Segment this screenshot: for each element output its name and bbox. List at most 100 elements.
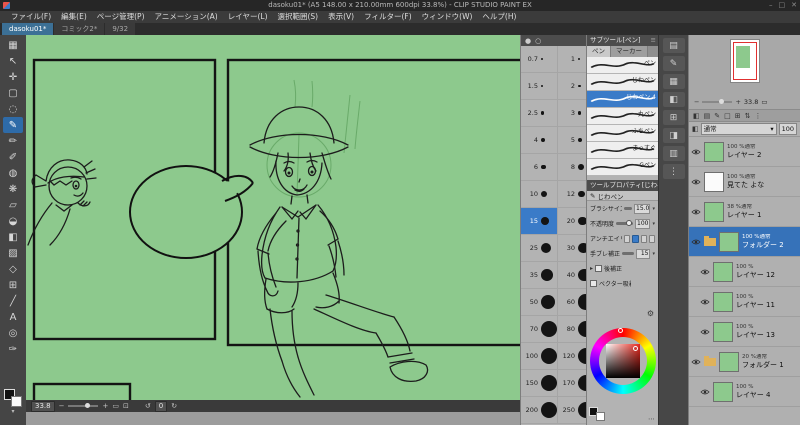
tool-decoration[interactable]: ❋ (3, 181, 23, 197)
subtool-palette-header[interactable]: サブツール[ペン] ≡ (587, 35, 658, 46)
layer-toolbar-icon-4[interactable]: ⊞ (735, 112, 741, 120)
brush-size-cell-12[interactable]: 15 (521, 208, 558, 235)
tool-pencil[interactable]: ✏ (3, 133, 23, 149)
tool-figure[interactable]: ◇ (3, 261, 23, 277)
layer-thumbnail[interactable] (704, 141, 724, 162)
sv-picker-dot[interactable] (633, 346, 638, 351)
tool-auto-select[interactable]: ◌ (3, 101, 23, 117)
layer-visibility-eye-icon[interactable] (691, 208, 701, 216)
nav-zoom-in-button[interactable]: + (735, 97, 740, 107)
vector-snap-property[interactable]: ベクター吸着 (587, 276, 658, 291)
subtool-item-0[interactable]: ペン (587, 57, 658, 74)
layer-row-1[interactable]: 100 %通常 見てた よな (689, 167, 800, 197)
nav-zoom-slider[interactable] (702, 99, 733, 104)
layer-toolbar-icon-3[interactable]: □ (724, 112, 731, 120)
background-color-chip[interactable] (596, 412, 605, 421)
layer-thumbnail[interactable] (719, 351, 739, 372)
fit-to-screen-icon[interactable]: ▭ (112, 401, 119, 411)
layer-toolbar-icon-5[interactable]: ⇅ (745, 112, 751, 120)
tool-move[interactable]: ✛ (3, 69, 23, 85)
subtool-item-3[interactable]: 丸ペン (587, 108, 658, 125)
tool-brush[interactable]: ✐ (3, 149, 23, 165)
brush-size-cell-4[interactable]: 2.5 (521, 100, 558, 127)
brush-size-cell-6[interactable]: 4 (521, 127, 558, 154)
tool-property-settings-icon[interactable]: ⚙ (647, 309, 654, 318)
layer-thumbnail[interactable] (719, 231, 739, 252)
layer-thumbnail[interactable] (713, 321, 733, 342)
saturation-value-square[interactable] (606, 344, 640, 378)
chevron-down-icon[interactable]: ▾ (652, 206, 655, 212)
brush-size-cell-20[interactable]: 70 (521, 316, 558, 343)
layer-visibility-eye-icon[interactable] (700, 298, 710, 306)
zoom-slider[interactable] (68, 403, 99, 408)
subtool-item-4[interactable]: ふちペン (587, 125, 658, 142)
close-button[interactable]: ✕ (791, 0, 797, 11)
zoom-in-button[interactable]: + (102, 401, 108, 411)
nav-fit-icon[interactable]: ▭ (761, 98, 767, 106)
antialias-mid-button[interactable] (640, 234, 647, 243)
maximize-button[interactable]: □ (779, 0, 786, 11)
layer-toolbar-icon-6[interactable]: ⋮ (755, 112, 762, 120)
layer-row-3[interactable]: 100 %通常 フォルダー 2 (689, 227, 800, 257)
layer-toolbar-icon-0[interactable]: ◧ (693, 112, 700, 120)
tool-airbrush[interactable]: ◍ (3, 165, 23, 181)
tool-ruler[interactable]: ╱ (3, 293, 23, 309)
subtool-item-5[interactable]: まっすぐ (587, 142, 658, 159)
menu-item-8[interactable]: ウィンドウ(W) (417, 11, 478, 23)
rotate-right-button[interactable]: ↻ (171, 401, 177, 411)
layer-toolbar-icon-2[interactable]: ✎ (714, 112, 720, 120)
expand-icon[interactable]: ▸ (590, 265, 593, 272)
brush-size-cell-10[interactable]: 10 (521, 181, 558, 208)
layer-thumbnail[interactable] (704, 171, 724, 192)
dock-icon-6[interactable]: ▥ (662, 146, 685, 161)
layer-thumbnail[interactable] (713, 261, 733, 282)
tool-eraser[interactable]: ▱ (3, 197, 23, 213)
navigator-thumbnail[interactable] (730, 39, 760, 83)
menu-item-0[interactable]: ファイル(F) (6, 11, 56, 23)
subtool-group-tab-1[interactable]: マーカー (611, 46, 648, 57)
menu-item-4[interactable]: レイヤー(L) (223, 11, 273, 23)
layer-visibility-eye-icon[interactable] (691, 358, 701, 366)
dock-icon-0[interactable]: ▤ (662, 38, 685, 53)
subtool-item-2[interactable]: じわペン 4 (587, 91, 658, 108)
stabilization-property[interactable]: 手ブレ補正 15 ▾ (587, 246, 658, 261)
post-correction-checkbox[interactable] (595, 265, 603, 272)
layer-row-4[interactable]: 100 % レイヤー 12 (689, 257, 800, 287)
nav-zoom-out-button[interactable]: − (694, 97, 699, 107)
brush-size-slider[interactable] (624, 207, 632, 210)
dock-icon-3[interactable]: ◧ (662, 92, 685, 107)
subtool-group-tab-0[interactable]: ペン (587, 46, 611, 57)
brush-size-cell-2[interactable]: 1.5 (521, 73, 558, 100)
post-correction-property[interactable]: ▸ 後補正 (587, 261, 658, 276)
antialias-weak-button[interactable] (632, 234, 639, 243)
tool-selection[interactable]: ▢ (3, 85, 23, 101)
layer-visibility-eye-icon[interactable] (691, 148, 701, 156)
layer-visibility-eye-icon[interactable] (700, 388, 710, 396)
vector-snap-checkbox[interactable] (590, 280, 597, 287)
subtool-item-6[interactable]: Gペン (587, 159, 658, 176)
layer-thumbnail[interactable] (713, 291, 733, 312)
tool-operation[interactable]: ↖ (3, 53, 23, 69)
layer-visibility-eye-icon[interactable] (691, 178, 701, 186)
tool-frame[interactable]: ⊞ (3, 277, 23, 293)
dock-icon-1[interactable]: ✎ (662, 56, 685, 71)
zoom-out-button[interactable]: − (59, 401, 65, 411)
layer-row-7[interactable]: 20 %通常 フォルダー 1 (689, 347, 800, 377)
document-tab-1[interactable]: コミック2* (54, 23, 105, 35)
antialias-strong-button[interactable] (648, 234, 655, 243)
antialias-property[interactable]: アンチエイリアス (587, 231, 658, 246)
blend-mode-dropdown[interactable]: 通常 ▾ (700, 123, 777, 135)
document-tab-2[interactable]: 9/32 (105, 23, 136, 35)
menu-item-2[interactable]: ページ管理(P) (92, 11, 150, 23)
tool-blend[interactable]: ◒ (3, 213, 23, 229)
brush-size-cell-8[interactable]: 6 (521, 154, 558, 181)
brush-size-cell-18[interactable]: 50 (521, 289, 558, 316)
actual-size-icon[interactable]: ⊡ (123, 401, 129, 411)
brush-size-cell-0[interactable]: 0.7 (521, 46, 558, 73)
opacity-slider[interactable] (616, 220, 634, 226)
layer-row-2[interactable]: 38 %通常 レイヤー 1 (689, 197, 800, 227)
tool-fill[interactable]: ◧ (3, 229, 23, 245)
rotate-left-button[interactable]: ↺ (145, 401, 151, 411)
layer-opacity-value[interactable]: 100 (778, 123, 797, 135)
stabilization-slider[interactable] (622, 252, 635, 255)
